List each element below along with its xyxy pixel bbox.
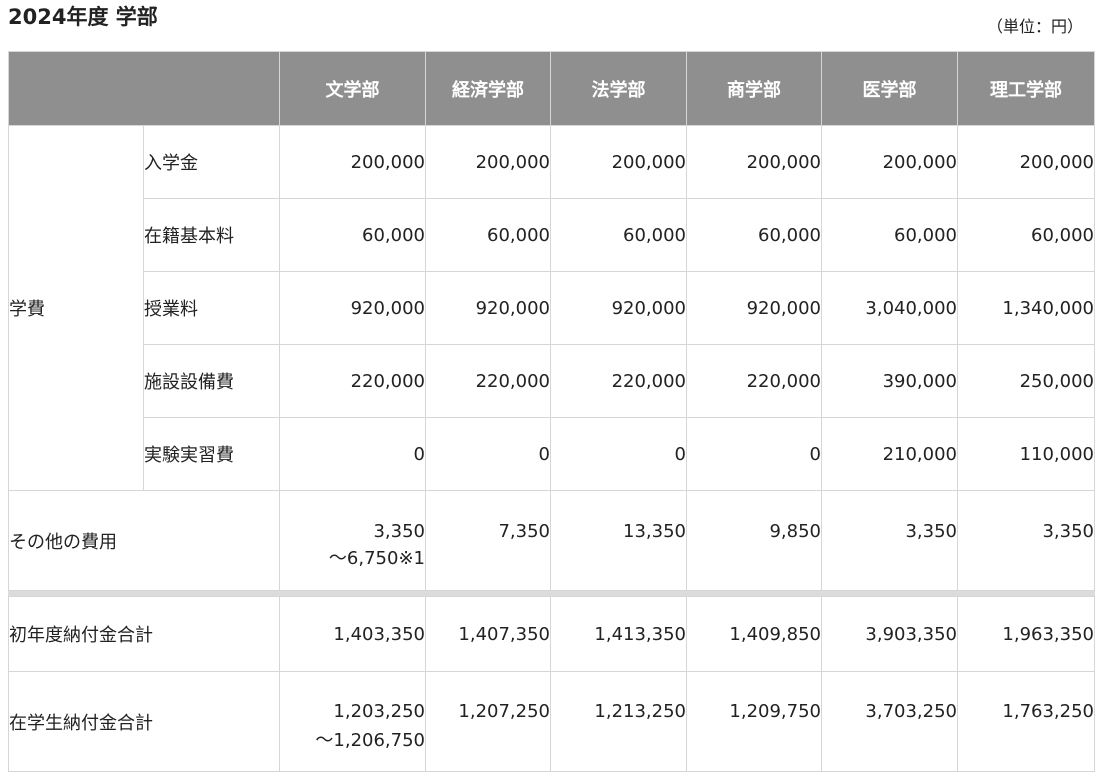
total-cell: 1,403,350 xyxy=(279,596,426,672)
fee-cell: 920,000 xyxy=(550,271,687,345)
column-header-science-engineering: 理工学部 xyxy=(957,51,1095,126)
table-row-continuing-total: 在学生納付金合計 1,203,250 ～1,206,750 1,207,250 … xyxy=(8,671,1095,772)
fee-cell: 220,000 xyxy=(550,344,687,418)
fee-cell: 9,850 xyxy=(686,490,822,591)
fee-value-line: 9,850 xyxy=(769,521,821,542)
total-value-line: 1,203,250 xyxy=(333,701,425,722)
table-row-enrollment-fee: 在籍基本料 60,000 60,000 60,000 60,000 60,000… xyxy=(9,198,1095,272)
fee-value-line: 7,350 xyxy=(498,521,550,542)
total-cell: 1,209,750 xyxy=(686,671,822,772)
fee-cell: 920,000 xyxy=(425,271,551,345)
total-value-line: 1,763,250 xyxy=(1002,701,1094,722)
fee-cell: 3,350 ～6,750※1 xyxy=(279,490,426,591)
table-row-admission-fee: 学費 入学金 200,000 200,000 200,000 200,000 2… xyxy=(8,125,1095,491)
fee-cell: 920,000 xyxy=(279,271,426,345)
fee-cell: 60,000 xyxy=(821,198,958,272)
row-label: 実験実習費 xyxy=(143,417,280,491)
total-cell: 3,703,250 xyxy=(821,671,958,772)
total-cell: 1,203,250 ～1,206,750 xyxy=(279,671,426,772)
row-label-continuing-total: 在学生納付金合計 xyxy=(8,671,280,772)
column-header-medicine: 医学部 xyxy=(821,51,958,126)
fee-cell: 220,000 xyxy=(279,344,426,418)
fee-cell: 200,000 xyxy=(957,125,1095,199)
fee-cell: 0 xyxy=(686,417,822,491)
group-label-tuition: 学費 xyxy=(8,125,144,491)
column-header-literature: 文学部 xyxy=(279,51,426,126)
total-value-line: 1,207,250 xyxy=(458,701,550,722)
fee-cell: 7,350 xyxy=(425,490,551,591)
page-title: 2024年度 学部 xyxy=(8,5,158,29)
fee-cell: 60,000 xyxy=(957,198,1095,272)
fee-cell: 13,350 xyxy=(550,490,687,591)
total-value-line: 3,703,250 xyxy=(865,701,957,722)
row-label: 施設設備費 xyxy=(143,344,280,418)
fee-cell: 0 xyxy=(550,417,687,491)
total-cell: 1,963,350 xyxy=(957,596,1095,672)
fee-value-range-line: ～6,750※1 xyxy=(328,548,425,569)
fee-cell: 920,000 xyxy=(686,271,822,345)
fee-cell: 200,000 xyxy=(821,125,958,199)
total-cell: 3,903,350 xyxy=(821,596,958,672)
total-value-line: 1,213,250 xyxy=(594,701,686,722)
fee-cell: 200,000 xyxy=(279,125,426,199)
fee-table: 文学部 経済学部 法学部 商学部 医学部 理工学部 学費 入学金 200,000… xyxy=(8,51,1095,772)
fee-cell: 110,000 xyxy=(957,417,1095,491)
fee-cell: 250,000 xyxy=(957,344,1095,418)
fee-value-line: 3,350 xyxy=(1042,521,1094,542)
row-label: 入学金 xyxy=(143,125,280,199)
column-header-commerce: 商学部 xyxy=(686,51,822,126)
total-cell: 1,407,350 xyxy=(425,596,551,672)
header-corner-cell xyxy=(8,51,280,126)
fee-value-line: 13,350 xyxy=(623,521,686,542)
fee-cell: 220,000 xyxy=(425,344,551,418)
column-header-law: 法学部 xyxy=(550,51,687,126)
column-header-economics: 経済学部 xyxy=(425,51,551,126)
header-row: 文学部 経済学部 法学部 商学部 医学部 理工学部 xyxy=(8,51,1095,126)
row-label-first-year-total: 初年度納付金合計 xyxy=(8,596,280,672)
total-cell: 1,413,350 xyxy=(550,596,687,672)
table-row-tuition-fee: 授業料 920,000 920,000 920,000 920,000 3,04… xyxy=(9,271,1095,345)
fee-cell: 3,040,000 xyxy=(821,271,958,345)
fee-cell: 60,000 xyxy=(550,198,687,272)
row-label: 在籍基本料 xyxy=(143,198,280,272)
total-cell: 1,763,250 xyxy=(957,671,1095,772)
fee-cell: 210,000 xyxy=(821,417,958,491)
fee-cell: 3,350 xyxy=(821,490,958,591)
fee-cell: 60,000 xyxy=(686,198,822,272)
fee-cell: 3,350 xyxy=(957,490,1095,591)
fee-value-line: 3,350 xyxy=(905,521,957,542)
table-row-first-year-total: 初年度納付金合計 1,403,350 1,407,350 1,413,350 1… xyxy=(8,596,1095,672)
fee-cell: 60,000 xyxy=(279,198,426,272)
fee-cell: 200,000 xyxy=(550,125,687,199)
total-cell: 1,409,850 xyxy=(686,596,822,672)
fee-cell: 390,000 xyxy=(821,344,958,418)
table-row-lab-fee: 実験実習費 0 0 0 0 210,000 110,000 xyxy=(9,417,1095,491)
fee-cell: 1,340,000 xyxy=(957,271,1095,345)
unit-note: （単位：円） xyxy=(986,17,1083,36)
fee-cell: 60,000 xyxy=(425,198,551,272)
row-label-other-fees: その他の費用 xyxy=(8,490,280,591)
total-cell: 1,213,250 xyxy=(550,671,687,772)
total-value-range-line: ～1,206,750 xyxy=(315,730,425,751)
fee-cell: 0 xyxy=(279,417,426,491)
fee-cell: 220,000 xyxy=(686,344,822,418)
table-row-other-fees: その他の費用 3,350 ～6,750※1 7,350 13,350 9,850… xyxy=(8,490,1095,591)
fee-cell: 200,000 xyxy=(425,125,551,199)
table-row-facility-fee: 施設設備費 220,000 220,000 220,000 220,000 39… xyxy=(9,344,1095,418)
fee-cell: 200,000 xyxy=(686,125,822,199)
total-cell: 1,207,250 xyxy=(425,671,551,772)
row-label: 授業料 xyxy=(143,271,280,345)
fee-cell: 0 xyxy=(425,417,551,491)
fee-value-line: 3,350 xyxy=(373,521,425,542)
total-value-line: 1,209,750 xyxy=(729,701,821,722)
